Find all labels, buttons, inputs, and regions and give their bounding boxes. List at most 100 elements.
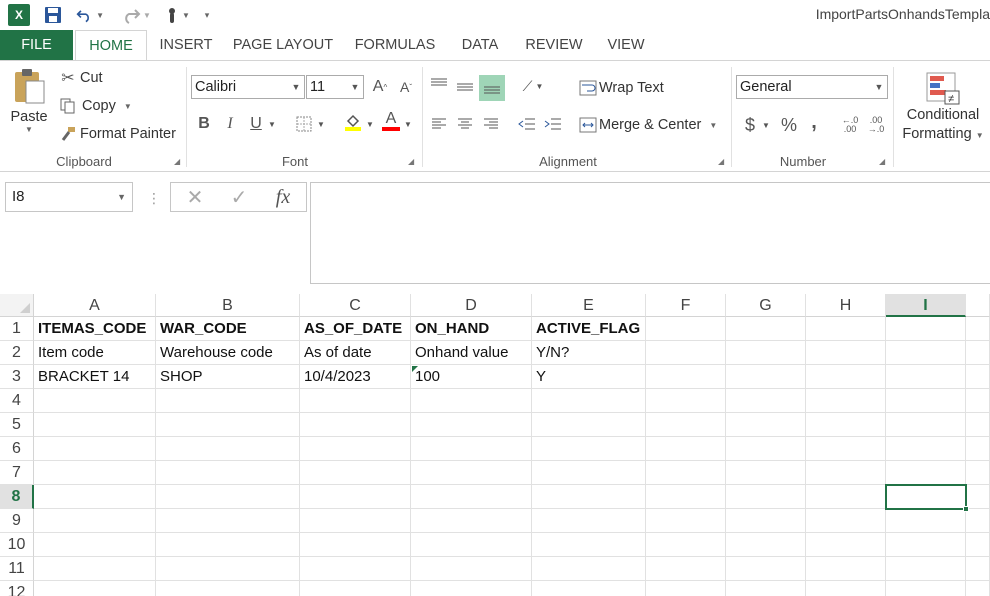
cell-a10[interactable] [34, 533, 156, 557]
cell-b9[interactable] [156, 509, 300, 533]
cell-e11[interactable] [532, 557, 646, 581]
customize-qat-icon[interactable]: ▾ [200, 4, 214, 26]
increase-indent-icon[interactable] [542, 113, 564, 135]
increase-decimal-icon[interactable]: ←.0.00 [839, 114, 861, 136]
cell-f9[interactable] [646, 509, 726, 533]
row-header-2[interactable]: 2 [0, 341, 34, 365]
orientation-icon[interactable]: ⟋ ▼ [517, 75, 549, 97]
decrease-font-size-icon[interactable]: Aˇ [395, 76, 417, 98]
format-painter-button[interactable]: Format Painter [58, 124, 176, 144]
cell-d3[interactable]: 100 [411, 365, 532, 389]
cell-c7[interactable] [300, 461, 411, 485]
cell-i10[interactable] [886, 533, 966, 557]
cell-d11[interactable] [411, 557, 532, 581]
cell-e12[interactable] [532, 581, 646, 596]
touch-mode-icon[interactable]: ▼ [162, 4, 192, 26]
cell-a5[interactable] [34, 413, 156, 437]
cell-a8[interactable] [34, 485, 156, 509]
cell-a2[interactable]: Item code [34, 341, 156, 365]
cell-f10[interactable] [646, 533, 726, 557]
cell-d4[interactable] [411, 389, 532, 413]
cell-d5[interactable] [411, 413, 532, 437]
bottom-align-icon[interactable] [479, 75, 505, 101]
cell-e7[interactable] [532, 461, 646, 485]
cell-h1[interactable] [806, 317, 886, 341]
bold-button[interactable]: B [193, 113, 215, 135]
row-header-1[interactable]: 1 [0, 317, 34, 341]
tab-data[interactable]: DATA [452, 30, 508, 60]
cell-i6[interactable] [886, 437, 966, 461]
row-header-9[interactable]: 9 [0, 509, 34, 533]
cell-d6[interactable] [411, 437, 532, 461]
cell-i5[interactable] [886, 413, 966, 437]
conditional-formatting-button[interactable]: ≠ Conditional Formatting ▼ [898, 71, 988, 145]
cell-c9[interactable] [300, 509, 411, 533]
resize-handle-icon[interactable]: ⋮ [147, 190, 161, 207]
cell-b4[interactable] [156, 389, 300, 413]
row-header-6[interactable]: 6 [0, 437, 34, 461]
cell-b3[interactable]: SHOP [156, 365, 300, 389]
cell-b12[interactable] [156, 581, 300, 596]
tab-insert[interactable]: INSERT [150, 30, 222, 60]
cell-b2[interactable]: Warehouse code [156, 341, 300, 365]
cell-d8[interactable] [411, 485, 532, 509]
tab-file[interactable]: FILE [0, 30, 73, 60]
cell-b6[interactable] [156, 437, 300, 461]
cell-a9[interactable] [34, 509, 156, 533]
row-header-5[interactable]: 5 [0, 413, 34, 437]
font-name-combo[interactable]: Calibri ▼ [191, 75, 305, 99]
cell-g12[interactable] [726, 581, 806, 596]
chevron-down-icon[interactable]: ▼ [402, 113, 414, 135]
chevron-down-icon[interactable]: ▼ [315, 113, 327, 135]
cell-f7[interactable] [646, 461, 726, 485]
cell-c2[interactable]: As of date [300, 341, 411, 365]
row-header-12[interactable]: 12 [0, 581, 34, 596]
cell-i11[interactable] [886, 557, 966, 581]
cell-h6[interactable] [806, 437, 886, 461]
excel-icon[interactable]: X [8, 4, 30, 26]
cell-f3[interactable] [646, 365, 726, 389]
cell-g3[interactable] [726, 365, 806, 389]
cell-c6[interactable] [300, 437, 411, 461]
decrease-decimal-icon[interactable]: .00 →.0 [865, 114, 887, 136]
cancel-icon[interactable]: ✕ [175, 183, 215, 211]
align-right-icon[interactable] [480, 113, 502, 135]
select-all-button[interactable] [0, 294, 34, 317]
insert-function-icon[interactable]: fx [263, 183, 303, 211]
cell-f1[interactable] [646, 317, 726, 341]
cell-g10[interactable] [726, 533, 806, 557]
cell-f11[interactable] [646, 557, 726, 581]
wrap-text-button[interactable]: Wrap Text [577, 77, 664, 99]
dialog-launcher-icon[interactable]: ◢ [408, 157, 417, 166]
merge-center-button[interactable]: Merge & Center ▼ [577, 114, 717, 136]
comma-button[interactable]: , [803, 111, 825, 133]
cell-g4[interactable] [726, 389, 806, 413]
cell-f2[interactable] [646, 341, 726, 365]
tab-page-layout[interactable]: PAGE LAYOUT [228, 30, 338, 60]
percent-button[interactable]: % [778, 114, 800, 136]
cell-a3[interactable]: BRACKET 14 [34, 365, 156, 389]
row-header-4[interactable]: 4 [0, 389, 34, 413]
cell-g8[interactable] [726, 485, 806, 509]
cell-e8[interactable] [532, 485, 646, 509]
cell-h4[interactable] [806, 389, 886, 413]
cell-h8[interactable] [806, 485, 886, 509]
cell-b11[interactable] [156, 557, 300, 581]
redo-icon[interactable]: ▼ [118, 4, 152, 26]
cell-f4[interactable] [646, 389, 726, 413]
cell-g7[interactable] [726, 461, 806, 485]
align-center-icon[interactable] [454, 113, 476, 135]
cell-h2[interactable] [806, 341, 886, 365]
cell-e1[interactable]: ACTIVE_FLAG [532, 317, 646, 341]
cell-b8[interactable] [156, 485, 300, 509]
cell-e9[interactable] [532, 509, 646, 533]
cell-b7[interactable] [156, 461, 300, 485]
row-header-7[interactable]: 7 [0, 461, 34, 485]
cell-f8[interactable] [646, 485, 726, 509]
row-header-10[interactable]: 10 [0, 533, 34, 557]
tab-review[interactable]: REVIEW [517, 30, 591, 60]
cell-h9[interactable] [806, 509, 886, 533]
cell-g1[interactable] [726, 317, 806, 341]
fill-color-icon[interactable] [342, 111, 364, 133]
cell-d9[interactable] [411, 509, 532, 533]
